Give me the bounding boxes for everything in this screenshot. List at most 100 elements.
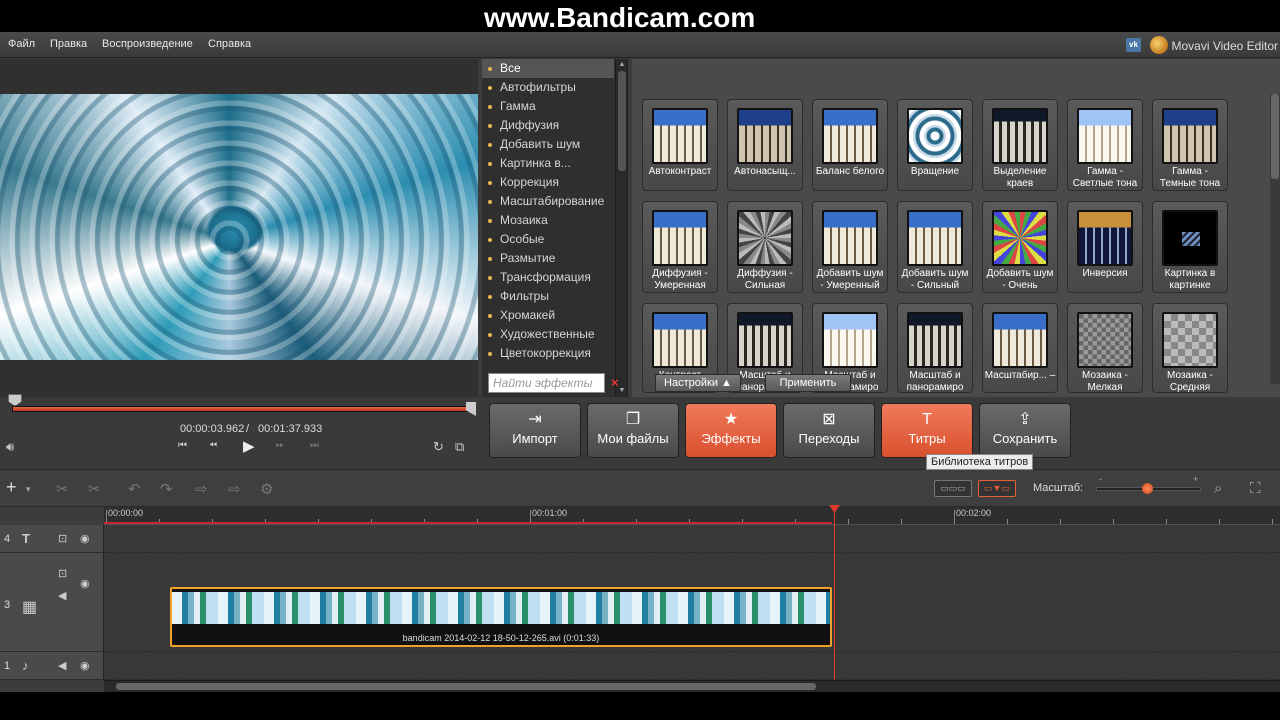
scroll-up-icon[interactable]: ▲ — [618, 61, 626, 69]
effect-card[interactable]: Масштаб и панорамиро — [897, 303, 973, 393]
playhead-line[interactable] — [834, 505, 835, 692]
category-item[interactable]: Особые — [482, 230, 614, 249]
rotate-icon[interactable]: ↻ — [433, 439, 444, 455]
category-item[interactable]: Цветокоррекция — [482, 344, 614, 363]
effect-card[interactable]: Добавить шум - Очень — [982, 201, 1058, 293]
category-item[interactable]: Фильтры — [482, 287, 614, 306]
mute-video-icon[interactable]: ⊡ — [58, 532, 67, 545]
transitions-button[interactable]: ⊠ Переходы — [783, 403, 875, 458]
zoom-slider-knob[interactable] — [1142, 483, 1153, 494]
eye-icon[interactable]: ◉ — [80, 532, 90, 545]
category-item[interactable]: Хромакей — [482, 306, 614, 325]
category-item[interactable]: Мозаика — [482, 211, 614, 230]
clip-properties-icon[interactable]: ⇨ — [195, 480, 208, 498]
eye-icon[interactable]: ◉ — [80, 659, 90, 672]
effect-card[interactable]: Картинка в картинке — [1152, 201, 1228, 293]
categories-scroll-thumb[interactable] — [618, 71, 626, 171]
video-clip[interactable]: bandicam 2014-02-12 18-50-12-265.avi (0:… — [170, 587, 832, 647]
add-dropdown-icon[interactable]: ▾ — [26, 484, 31, 495]
split-icon[interactable]: ✂ — [88, 480, 101, 498]
effect-card[interactable]: Вращение — [897, 99, 973, 191]
crop-icon[interactable]: ⧉ — [455, 439, 464, 455]
effect-card[interactable]: Добавить шум - Сильный — [897, 201, 973, 293]
category-item[interactable]: Масштабирование — [482, 192, 614, 211]
vk-icon[interactable]: vk — [1126, 38, 1141, 52]
play-icon[interactable]: ▶ — [243, 437, 255, 455]
volume-icon[interactable]: ◀ — [58, 659, 66, 672]
effect-card[interactable]: Добавить шум - Умеренный — [812, 201, 888, 293]
rewind-icon[interactable]: ⏪︎ — [209, 440, 217, 451]
zoom-plus[interactable]: + — [1193, 474, 1198, 484]
skip-start-icon[interactable]: ⏮︎ — [178, 440, 187, 451]
category-item[interactable]: Художественные — [482, 325, 614, 344]
timeline-scroll-thumb[interactable] — [116, 683, 816, 690]
zoom-fit-icon[interactable]: ⌕ — [1214, 480, 1222, 497]
category-item[interactable]: Размытие — [482, 249, 614, 268]
effects-scrollbar[interactable] — [1270, 94, 1280, 384]
titles-button[interactable]: T Титры — [881, 403, 973, 458]
effect-card[interactable]: Выделение краев — [982, 99, 1058, 191]
playback-start-handle[interactable] — [8, 394, 22, 406]
effect-card[interactable]: Диффузия - Умеренная — [642, 201, 718, 293]
effects-button[interactable]: ★ Эффекты — [685, 403, 777, 458]
playback-progress-bar[interactable] — [12, 406, 476, 412]
effects-search-input[interactable]: Найти эффекты — [488, 373, 605, 393]
effect-card[interactable]: Баланс белого — [812, 99, 888, 191]
skip-end-icon[interactable]: ⏭︎ — [310, 440, 319, 451]
zoom-slider[interactable] — [1096, 483, 1201, 494]
effect-card[interactable]: Гамма - Светлые тона — [1067, 99, 1143, 191]
preview-video-frame[interactable] — [0, 94, 478, 360]
category-item[interactable]: Все — [482, 59, 614, 78]
category-item[interactable]: Автофильтры — [482, 78, 614, 97]
timeline-view-button[interactable]: ▭▼▭ — [978, 480, 1016, 497]
my-files-button[interactable]: ❐ Мои файлы — [587, 403, 679, 458]
zoom-minus[interactable]: - — [1099, 474, 1102, 484]
category-item[interactable]: Коррекция — [482, 173, 614, 192]
fullscreen-icon[interactable]: ⛶ — [1250, 480, 1261, 497]
save-button[interactable]: ⇪ Сохранить — [979, 403, 1071, 458]
bandicam-watermark: www.Bandicam.com — [484, 2, 756, 33]
track-lane-4[interactable] — [104, 525, 1280, 553]
effects-scroll-thumb[interactable] — [1271, 94, 1279, 179]
settings-button[interactable]: Настройки ▲ — [655, 374, 741, 392]
category-item[interactable]: Гамма — [482, 97, 614, 116]
menu-file[interactable]: Файл — [8, 38, 35, 50]
volume-icon[interactable]: 🔊︎ — [6, 439, 14, 455]
playback-end-marker[interactable] — [466, 402, 476, 416]
menu-help[interactable]: Справка — [208, 38, 251, 50]
track-lane-1[interactable] — [104, 652, 1280, 680]
effect-card[interactable]: Автонасыщ... — [727, 99, 803, 191]
eye-icon[interactable]: ◉ — [80, 577, 90, 590]
effect-card[interactable]: Мозаика - Мелкая — [1067, 303, 1143, 393]
menu-edit[interactable]: Правка — [50, 38, 87, 50]
menu-playback[interactable]: Воспроизведение — [102, 38, 193, 50]
category-item[interactable]: Картинка в... — [482, 154, 614, 173]
category-item[interactable]: Трансформация — [482, 268, 614, 287]
effect-card[interactable]: Гамма - Темные тона — [1152, 99, 1228, 191]
category-item[interactable]: Диффузия — [482, 116, 614, 135]
timeline-ruler[interactable]: 00:00:00 00:01:00 00:02:00 — [104, 507, 1280, 525]
import-button[interactable]: ⇥ Импорт — [489, 403, 581, 458]
scroll-down-icon[interactable]: ▼ — [618, 387, 626, 395]
timeline-scrollbar[interactable] — [104, 680, 1280, 692]
cut-icon[interactable]: ✂ — [56, 480, 69, 498]
effect-card[interactable]: Мозаика - Средняя — [1152, 303, 1228, 393]
fast-forward-icon[interactable]: ⏩︎ — [276, 440, 284, 451]
category-item[interactable]: Добавить шум — [482, 135, 614, 154]
track-lane-3[interactable]: bandicam 2014-02-12 18-50-12-265.avi (0:… — [104, 553, 1280, 652]
storyboard-view-button[interactable]: ▭▭▭ — [934, 480, 972, 497]
export-clip-icon[interactable]: ⇨ — [228, 480, 241, 498]
redo-icon[interactable]: ↷ — [160, 480, 173, 498]
add-icon[interactable]: + — [6, 477, 17, 498]
effect-card[interactable]: Диффузия - Сильная — [727, 201, 803, 293]
apply-button[interactable]: Применить — [765, 374, 851, 392]
settings-icon[interactable]: ⚙ — [260, 480, 273, 498]
effect-card[interactable]: Масштабир... – — [982, 303, 1058, 393]
volume-icon[interactable]: ◀ — [58, 589, 66, 602]
clear-search-icon[interactable]: × — [611, 375, 619, 390]
effect-card[interactable]: Автоконтраст — [642, 99, 718, 191]
categories-scrollbar[interactable]: ▲ ▼ — [615, 59, 627, 397]
effect-card[interactable]: Инверсия — [1067, 201, 1143, 293]
undo-icon[interactable]: ↶ — [128, 480, 141, 498]
mute-video-icon[interactable]: ⊡ — [58, 567, 67, 580]
